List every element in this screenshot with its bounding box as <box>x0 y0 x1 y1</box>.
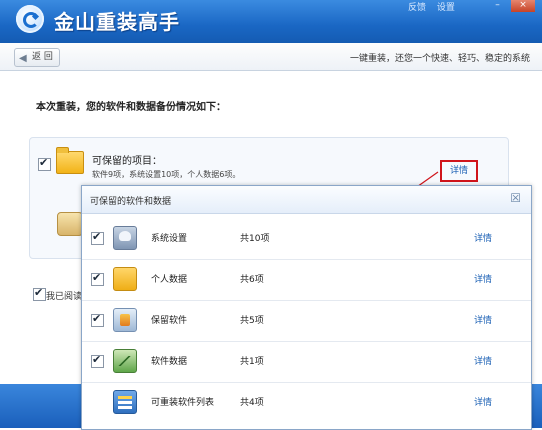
row-count: 共1项 <box>240 357 264 367</box>
row-detail-link[interactable]: 详情 <box>474 354 492 367</box>
table-row: 保留软件 共5项 详情 <box>82 300 531 342</box>
row-detail-link[interactable]: 详情 <box>474 272 492 285</box>
table-row: 软件数据 共1项 详情 <box>82 341 531 383</box>
row-checkbox[interactable] <box>91 230 104 245</box>
row-count: 共6项 <box>240 275 264 285</box>
popup-header: 可保留的软件和数据 ☒ <box>82 186 531 214</box>
row-checkbox[interactable] <box>91 312 104 327</box>
table-row: 可重装软件列表 共4项 详情 <box>82 382 531 423</box>
row-detail-link[interactable]: 详情 <box>474 313 492 326</box>
folder-icon <box>113 267 137 291</box>
system-settings-icon <box>113 226 137 250</box>
row-count: 共5项 <box>240 316 264 326</box>
software-box-icon <box>113 308 137 332</box>
row-name: 系统设置 <box>151 234 188 244</box>
row-checkbox[interactable] <box>91 271 104 286</box>
popup-title: 可保留的软件和数据 <box>90 197 172 207</box>
list-icon <box>113 390 137 414</box>
row-detail-link[interactable]: 详情 <box>474 395 492 408</box>
row-count: 共10项 <box>240 234 270 244</box>
row-name: 个人数据 <box>151 275 188 285</box>
table-row: 系统设置 共10项 详情 <box>82 218 531 260</box>
popup-close-icon[interactable]: ☒ <box>510 191 521 205</box>
row-checkbox[interactable] <box>91 353 104 368</box>
row-name: 可重装软件列表 <box>151 398 215 408</box>
row-detail-link[interactable]: 详情 <box>474 231 492 244</box>
row-name: 软件数据 <box>151 357 188 367</box>
keepable-items-popup: 可保留的软件和数据 ☒ 系统设置 共10项 详情 个人数据 共6项 详情 保留软… <box>81 185 532 430</box>
row-name: 保留软件 <box>151 316 188 326</box>
data-chart-icon <box>113 349 137 373</box>
row-count: 共4项 <box>240 398 264 408</box>
table-row: 个人数据 共6项 详情 <box>82 259 531 301</box>
